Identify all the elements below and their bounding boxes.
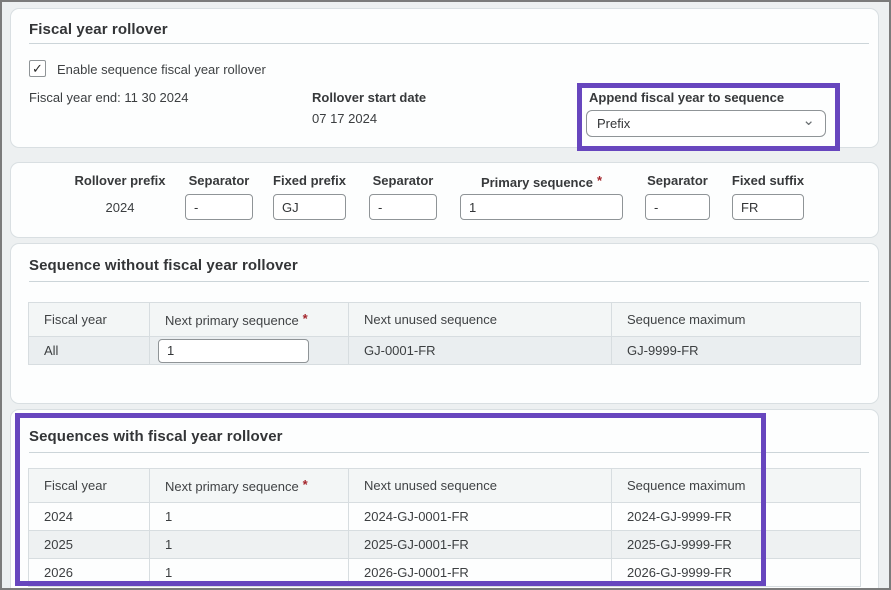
header-next-unused-sequence: Next unused sequence — [349, 469, 612, 503]
cell-sequence-maximum: 2025-GJ-9999-FR — [612, 531, 861, 559]
dropdown-selected-value: Prefix — [597, 116, 802, 131]
append-fiscal-year-dropdown[interactable]: Prefix ⌄ — [586, 110, 826, 137]
rollover-prefix-field: Rollover prefix 2024 — [55, 173, 185, 215]
header-fiscal-year: Fiscal year — [29, 469, 150, 503]
required-mark: * — [303, 311, 308, 326]
separator-label: Separator — [647, 173, 708, 194]
cell-next-unused-sequence: 2025-GJ-0001-FR — [349, 531, 612, 559]
cell-next-unused-sequence: 2024-GJ-0001-FR — [349, 503, 612, 531]
cell-fiscal-year: 2026 — [29, 559, 150, 587]
enable-rollover-label: Enable sequence fiscal year rollover — [57, 62, 266, 77]
cell-next-primary-sequence: 1 — [150, 559, 349, 587]
header-sequence-maximum: Sequence maximum — [612, 469, 861, 503]
separator-input-1[interactable] — [185, 194, 253, 220]
append-fiscal-year-label: Append fiscal year to sequence — [589, 90, 784, 105]
primary-sequence-label: Primary sequence* — [481, 173, 602, 194]
separator-field-1: Separator — [185, 173, 253, 220]
cell-fiscal-year: 2024 — [29, 503, 150, 531]
separator-input-3[interactable] — [645, 194, 710, 220]
table-row-2026: 2026 1 2026-GJ-0001-FR 2026-GJ-9999-FR — [29, 559, 861, 587]
sequences-with-table: Fiscal year Next primary sequence* Next … — [28, 468, 861, 587]
rollover-prefix-value: 2024 — [106, 200, 135, 215]
fixed-prefix-label: Fixed prefix — [273, 173, 346, 194]
primary-sequence-field: Primary sequence* — [460, 173, 623, 220]
checkmark-icon: ✓ — [32, 61, 43, 77]
separator-field-3: Separator — [645, 173, 710, 220]
fiscal-year-rollover-page: Fiscal year rollover ✓ Enable sequence f… — [0, 0, 891, 590]
table-row: All GJ-0001-FR GJ-9999-FR — [29, 337, 861, 365]
table-header-row: Fiscal year Next primary sequence* Next … — [29, 303, 861, 337]
required-mark: * — [303, 477, 308, 492]
cell-next-unused-sequence: GJ-0001-FR — [349, 337, 612, 365]
cell-next-unused-sequence: 2026-GJ-0001-FR — [349, 559, 612, 587]
required-mark: * — [597, 173, 602, 188]
fiscal-year-end-text: Fiscal year end: 11 30 2024 — [29, 90, 188, 105]
section-title-sequence-without: Sequence without fiscal year rollover — [29, 257, 298, 274]
fixed-suffix-input[interactable] — [732, 194, 804, 220]
header-next-unused-sequence: Next unused sequence — [349, 303, 612, 337]
table-header-row: Fiscal year Next primary sequence* Next … — [29, 469, 861, 503]
cell-fiscal-year: 2025 — [29, 531, 150, 559]
enable-rollover-checkbox[interactable]: ✓ — [29, 60, 46, 77]
header-fiscal-year: Fiscal year — [29, 303, 150, 337]
sequences-with-rollover-section: Sequences with fiscal year rollover Fisc… — [10, 409, 879, 590]
cell-sequence-maximum: 2026-GJ-9999-FR — [612, 559, 861, 587]
title-divider — [29, 43, 869, 44]
fixed-suffix-label: Fixed suffix — [732, 173, 804, 194]
separator-field-2: Separator — [369, 173, 437, 220]
section-title-fiscal-year-rollover: Fiscal year rollover — [29, 21, 168, 38]
cell-fiscal-year: All — [29, 337, 150, 365]
table-row-2025: 2025 1 2025-GJ-0001-FR 2025-GJ-9999-FR — [29, 531, 861, 559]
title-divider — [29, 281, 869, 282]
rollover-start-date-label: Rollover start date — [312, 90, 426, 105]
header-sequence-maximum: Sequence maximum — [612, 303, 861, 337]
cell-sequence-maximum: GJ-9999-FR — [612, 337, 861, 365]
cell-next-primary-sequence: 1 — [150, 503, 349, 531]
title-divider — [29, 452, 869, 453]
chevron-down-icon: ⌄ — [802, 116, 815, 126]
header-next-primary-sequence: Next primary sequence* — [150, 303, 349, 337]
fixed-prefix-input[interactable] — [273, 194, 346, 220]
cell-next-primary-sequence — [150, 337, 349, 365]
separator-label: Separator — [373, 173, 434, 194]
table-row-2024: 2024 1 2024-GJ-0001-FR 2024-GJ-9999-FR — [29, 503, 861, 531]
cell-next-primary-sequence: 1 — [150, 531, 349, 559]
fixed-suffix-field: Fixed suffix — [732, 173, 804, 220]
cell-sequence-maximum: 2024-GJ-9999-FR — [612, 503, 861, 531]
sequence-without-table: Fiscal year Next primary sequence* Next … — [28, 302, 861, 365]
header-next-primary-sequence: Next primary sequence* — [150, 469, 349, 503]
section-title-sequences-with: Sequences with fiscal year rollover — [29, 428, 283, 445]
separator-input-2[interactable] — [369, 194, 437, 220]
rollover-start-date-value: 07 17 2024 — [312, 111, 377, 126]
separator-label: Separator — [189, 173, 250, 194]
next-primary-sequence-input[interactable] — [158, 339, 309, 363]
fixed-prefix-field: Fixed prefix — [273, 173, 346, 220]
primary-sequence-input[interactable] — [460, 194, 623, 220]
sequence-without-rollover-section: Sequence without fiscal year rollover Fi… — [10, 243, 879, 404]
rollover-prefix-label: Rollover prefix — [74, 173, 165, 194]
sequence-format-section: Rollover prefix 2024 Separator Fixed pre… — [10, 162, 879, 238]
